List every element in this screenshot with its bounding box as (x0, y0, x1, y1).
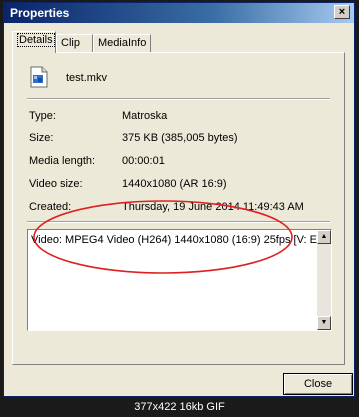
vertical-scrollbar[interactable]: ▲ ▼ (317, 230, 331, 330)
stream-info-text: Video: MPEG4 Video (H264) 1440x1080 (16:… (31, 234, 332, 246)
properties-dialog: Properties × Details Clip MediaInfo test… (3, 2, 355, 397)
size-label: Size: (29, 132, 54, 144)
window-title: Properties (10, 6, 70, 20)
screenshot-frame: Properties × Details Clip MediaInfo test… (0, 0, 359, 417)
created-value: Thursday, 19 June 2014 11:49:43 AM (122, 201, 304, 213)
video-size-label: Video size: (29, 178, 83, 190)
tab-mediainfo-label: MediaInfo (98, 37, 147, 49)
tab-clip[interactable]: Clip (56, 34, 93, 52)
stream-info-box[interactable]: Video: MPEG4 Video (H264) 1440x1080 (16:… (27, 229, 332, 331)
scroll-up-icon[interactable]: ▲ (317, 230, 331, 244)
separator-top (27, 98, 330, 100)
type-label: Type: (29, 110, 56, 122)
tab-clip-label: Clip (61, 37, 80, 49)
media-length-label: Media length: (29, 155, 96, 167)
video-size-value: 1440x1080 (AR 16:9) (122, 178, 227, 190)
media-length-value: 00:00:01 (122, 155, 165, 167)
separator-bottom (27, 221, 330, 223)
video-file-icon (30, 66, 48, 88)
file-name: test.mkv (66, 72, 107, 84)
size-value: 375 KB (385,005 bytes) (122, 132, 238, 144)
created-label: Created: (29, 201, 72, 213)
tab-mediainfo[interactable]: MediaInfo (93, 34, 151, 52)
details-panel: test.mkv Type: Matroska Size: 375 KB (38… (12, 52, 345, 365)
title-close-button[interactable]: × (334, 5, 350, 19)
tab-details[interactable]: Details (12, 31, 56, 53)
image-caption: 377x422 16kb GIF (134, 401, 225, 413)
scroll-down-icon[interactable]: ▼ (317, 316, 331, 330)
type-value: Matroska (122, 110, 168, 122)
close-button[interactable]: Close (283, 373, 353, 395)
title-bar[interactable]: Properties × (4, 3, 354, 23)
tab-details-label: Details (17, 33, 55, 47)
